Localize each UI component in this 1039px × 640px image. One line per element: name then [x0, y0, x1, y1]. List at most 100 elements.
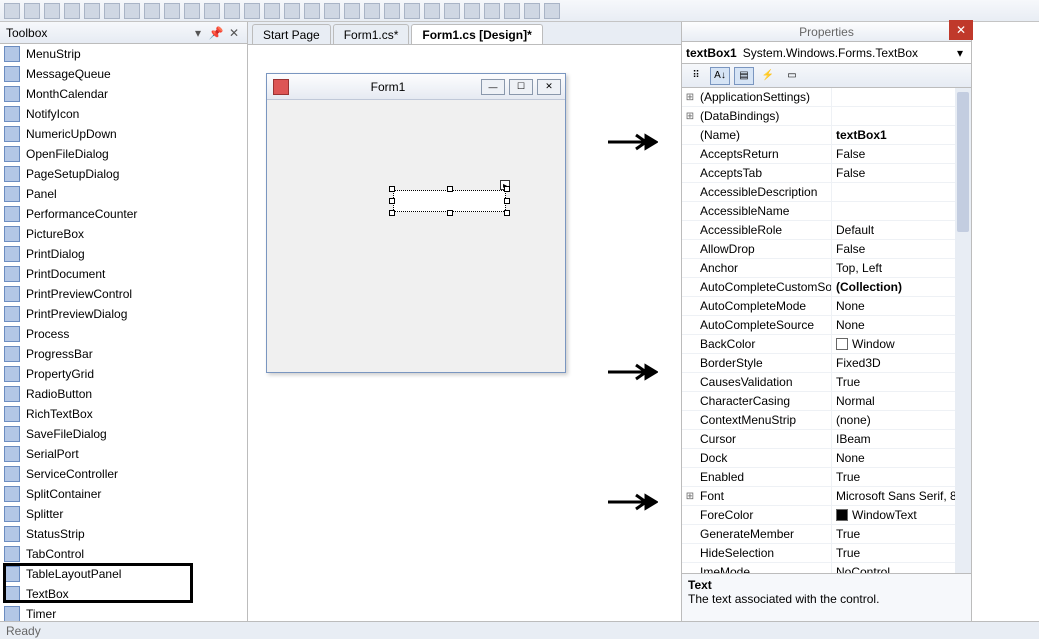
toolbar-button[interactable]	[124, 3, 140, 19]
property-row[interactable]: DockNone	[682, 449, 971, 468]
toolbar-button[interactable]	[484, 3, 500, 19]
toolbox-item[interactable]: TextBox	[0, 584, 247, 604]
toolbox-item[interactable]: RadioButton	[0, 384, 247, 404]
toolbox-item[interactable]: PerformanceCounter	[0, 204, 247, 224]
categorized-button[interactable]: ⠿	[686, 67, 706, 85]
resize-handle[interactable]	[447, 186, 453, 192]
property-row[interactable]: CausesValidationTrue	[682, 373, 971, 392]
properties-grid[interactable]: ⊞(ApplicationSettings)⊞(DataBindings)(Na…	[682, 88, 971, 573]
toolbar-button[interactable]	[264, 3, 280, 19]
toolbox-item[interactable]: PrintDocument	[0, 264, 247, 284]
toolbar-button[interactable]	[304, 3, 320, 19]
toolbar-button[interactable]	[44, 3, 60, 19]
property-row[interactable]: ⊞(DataBindings)	[682, 107, 971, 126]
alphabetical-button[interactable]: A↓	[710, 67, 730, 85]
toolbar-button[interactable]	[204, 3, 220, 19]
toolbar-button[interactable]	[104, 3, 120, 19]
toolbar-button[interactable]	[544, 3, 560, 19]
toolbar-button[interactable]	[284, 3, 300, 19]
property-row[interactable]: AnchorTop, Left	[682, 259, 971, 278]
toolbox-list[interactable]: MenuStripMessageQueueMonthCalendarNotify…	[0, 44, 247, 621]
toolbox-item[interactable]: PageSetupDialog	[0, 164, 247, 184]
toolbox-item[interactable]: Splitter	[0, 504, 247, 524]
property-row[interactable]: CursorIBeam	[682, 430, 971, 449]
expand-icon[interactable]: ⊞	[682, 487, 698, 505]
resize-handle[interactable]	[389, 198, 395, 204]
toolbar-button[interactable]	[224, 3, 240, 19]
form-titlebar[interactable]: Form1 — ☐ ✕	[267, 74, 565, 100]
property-row[interactable]: AllowDropFalse	[682, 240, 971, 259]
properties-button[interactable]: ▤	[734, 67, 754, 85]
toolbox-item[interactable]: ProgressBar	[0, 344, 247, 364]
toolbox-item[interactable]: MonthCalendar	[0, 84, 247, 104]
toolbar-button[interactable]	[144, 3, 160, 19]
property-row[interactable]: ImeModeNoControl	[682, 563, 971, 573]
toolbar-button[interactable]	[444, 3, 460, 19]
toolbar-button[interactable]	[324, 3, 340, 19]
toolbar-button[interactable]	[4, 3, 20, 19]
dropdown-icon[interactable]: ▾	[191, 26, 205, 40]
property-row[interactable]: CharacterCasingNormal	[682, 392, 971, 411]
toolbar-button[interactable]	[84, 3, 100, 19]
toolbox-item[interactable]: NumericUpDown	[0, 124, 247, 144]
toolbox-item[interactable]: PrintPreviewControl	[0, 284, 247, 304]
property-row[interactable]: (Name)textBox1	[682, 126, 971, 145]
property-row[interactable]: ForeColorWindowText	[682, 506, 971, 525]
toolbox-item[interactable]: Timer	[0, 604, 247, 621]
toolbar-button[interactable]	[244, 3, 260, 19]
scrollbar[interactable]	[955, 88, 971, 573]
resize-handle[interactable]	[504, 198, 510, 204]
toolbar-button[interactable]	[164, 3, 180, 19]
toolbar-button[interactable]	[364, 3, 380, 19]
toolbox-item[interactable]: SaveFileDialog	[0, 424, 247, 444]
property-row[interactable]: ⊞(ApplicationSettings)	[682, 88, 971, 107]
property-row[interactable]: ContextMenuStrip(none)	[682, 411, 971, 430]
expand-icon[interactable]: ⊞	[682, 88, 698, 106]
resize-handle[interactable]	[389, 186, 395, 192]
toolbox-item[interactable]: PrintPreviewDialog	[0, 304, 247, 324]
toolbox-item[interactable]: SplitContainer	[0, 484, 247, 504]
toolbox-item[interactable]: MenuStrip	[0, 44, 247, 64]
toolbox-item[interactable]: TabControl	[0, 544, 247, 564]
property-row[interactable]: ⊞FontMicrosoft Sans Serif, 8.25pt	[682, 487, 971, 506]
toolbox-item[interactable]: OpenFileDialog	[0, 144, 247, 164]
toolbox-item[interactable]: SerialPort	[0, 444, 247, 464]
maximize-button[interactable]: ☐	[509, 79, 533, 95]
toolbox-item[interactable]: NotifyIcon	[0, 104, 247, 124]
toolbar-button[interactable]	[24, 3, 40, 19]
toolbox-item[interactable]: Panel	[0, 184, 247, 204]
property-row[interactable]: HideSelectionTrue	[682, 544, 971, 563]
property-row[interactable]: AccessibleRoleDefault	[682, 221, 971, 240]
toolbar-button[interactable]	[464, 3, 480, 19]
property-row[interactable]: EnabledTrue	[682, 468, 971, 487]
expand-icon[interactable]: ⊞	[682, 107, 698, 125]
toolbar-button[interactable]	[504, 3, 520, 19]
document-tab[interactable]: Start Page	[252, 24, 331, 44]
toolbox-item[interactable]: PictureBox	[0, 224, 247, 244]
property-row[interactable]: AccessibleName	[682, 202, 971, 221]
property-row[interactable]: BorderStyleFixed3D	[682, 354, 971, 373]
close-icon[interactable]: ✕	[227, 26, 241, 40]
toolbox-item[interactable]: TableLayoutPanel	[0, 564, 247, 584]
chevron-down-icon[interactable]: ▾	[953, 46, 967, 60]
properties-object-selector[interactable]: textBox1 System.Windows.Forms.TextBox ▾	[682, 42, 971, 64]
toolbar-button[interactable]	[404, 3, 420, 19]
toolbox-item[interactable]: ServiceController	[0, 464, 247, 484]
property-row[interactable]: AutoCompleteCustomSource(Collection)	[682, 278, 971, 297]
resize-handle[interactable]	[389, 210, 395, 216]
toolbar-button[interactable]	[524, 3, 540, 19]
property-row[interactable]: AutoCompleteModeNone	[682, 297, 971, 316]
property-pages-button[interactable]: ▭	[782, 67, 802, 85]
toolbox-item[interactable]: MessageQueue	[0, 64, 247, 84]
property-row[interactable]: AccessibleDescription	[682, 183, 971, 202]
close-button[interactable]: ✕	[537, 79, 561, 95]
pin-icon[interactable]: 📌	[209, 26, 223, 40]
textbox-control[interactable]	[393, 190, 506, 212]
toolbox-item[interactable]: PrintDialog	[0, 244, 247, 264]
toolbar-button[interactable]	[184, 3, 200, 19]
document-tab[interactable]: Form1.cs*	[333, 24, 410, 44]
events-button[interactable]: ⚡	[758, 67, 778, 85]
property-row[interactable]: GenerateMemberTrue	[682, 525, 971, 544]
toolbar-button[interactable]	[424, 3, 440, 19]
property-row[interactable]: BackColorWindow	[682, 335, 971, 354]
